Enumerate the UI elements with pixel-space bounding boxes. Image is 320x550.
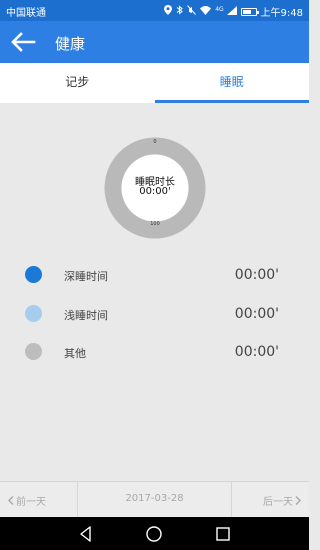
- status-icons: 4G 上午9:48: [164, 4, 303, 19]
- legend-value: 00:00': [234, 344, 279, 360]
- next-day-label: 后一天: [263, 497, 293, 508]
- legend-deep-sleep: 深睡时间 00:00': [0, 265, 309, 285]
- next-day-button[interactable]: 后一天: [263, 493, 301, 508]
- date-navigation: 前一天 2017-03-28 后一天: [0, 481, 309, 517]
- legend-light-sleep: 浅睡时间 00:00': [0, 304, 309, 324]
- chevron-right-icon: [295, 496, 301, 505]
- location-icon: [164, 5, 173, 18]
- legend-label: 其他: [64, 347, 86, 360]
- system-home-button[interactable]: [145, 525, 163, 543]
- circle-home-icon: [146, 526, 162, 542]
- legend-other: 其他 00:00': [0, 342, 309, 362]
- current-date: 2017-03-28: [125, 493, 184, 504]
- legend-label: 浅睡时间: [64, 309, 108, 322]
- clock: 上午9:48: [260, 8, 303, 19]
- bluetooth-icon: [176, 5, 183, 18]
- legend-value: 00:00': [234, 306, 279, 322]
- divider: [231, 482, 232, 517]
- carrier-name: 中国联通: [6, 8, 46, 19]
- battery-icon: [240, 7, 259, 16]
- deep-sleep-dot: [25, 266, 42, 283]
- wifi-icon: [200, 5, 212, 18]
- system-recents-button[interactable]: [214, 525, 232, 543]
- arrow-left-icon: [11, 32, 36, 52]
- previous-day-label: 前一天: [16, 497, 46, 508]
- status-bar: 中国联通 4G 上午9:48: [0, 0, 309, 21]
- square-recents-icon: [216, 527, 230, 541]
- mute-icon: [187, 5, 197, 18]
- gauge-scale-min: 0: [153, 139, 157, 145]
- triangle-back-icon: [80, 526, 91, 542]
- other-dot: [25, 343, 42, 360]
- gauge-scale-max: 100: [150, 221, 160, 227]
- tab-bar: 记步 睡眠: [0, 63, 309, 103]
- system-back-button[interactable]: [77, 525, 95, 543]
- back-button[interactable]: [10, 30, 36, 54]
- page-title: 健康: [55, 35, 86, 53]
- gauge-value: 00:00': [139, 186, 171, 197]
- sleep-duration-gauge: 0 睡眠时长 00:00' 100: [104, 137, 206, 239]
- previous-day-button[interactable]: 前一天: [8, 493, 46, 508]
- app-bar: 健康: [0, 21, 309, 63]
- legend-value: 00:00': [234, 267, 279, 283]
- network-type: 4G: [215, 5, 224, 13]
- tab-steps[interactable]: 记步: [0, 63, 155, 103]
- system-navigation-bar: [0, 517, 309, 550]
- signal-icon: 4G: [215, 5, 237, 18]
- legend-label: 深睡时间: [64, 270, 108, 283]
- light-sleep-dot: [25, 305, 42, 322]
- chevron-left-icon: [8, 496, 14, 505]
- tab-sleep[interactable]: 睡眠: [154, 63, 310, 103]
